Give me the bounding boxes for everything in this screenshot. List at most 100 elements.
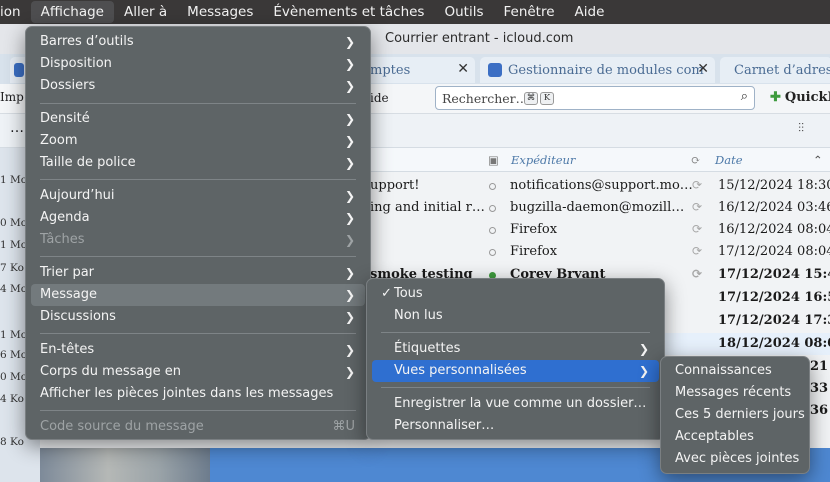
- search-input[interactable]: Rechercher… ⌘ K ⌕: [435, 86, 755, 110]
- column-settings-icon[interactable]: ⫶⫶: [798, 121, 804, 136]
- column-sender[interactable]: Expéditeur: [511, 153, 575, 167]
- menubar-item-edition[interactable]: ion: [0, 1, 31, 23]
- message-date: 15/12/2024 18:30: [718, 178, 830, 193]
- message-date: 36: [810, 403, 829, 418]
- junk-icon[interactable]: ⟳: [692, 200, 702, 214]
- size-value: 7 Ko: [0, 262, 24, 274]
- message-date: 17/12/2024 15:49: [718, 267, 830, 282]
- read-status-icon[interactable]: [489, 183, 496, 190]
- menu-item-message[interactable]: Message ❯: [31, 284, 365, 306]
- toolbar-cut-label: ide: [370, 91, 389, 105]
- size-value: 0 Mo: [0, 371, 28, 383]
- read-status-icon[interactable]: [489, 249, 496, 256]
- message-sender: Firefox: [510, 222, 558, 237]
- puzzle-icon: [14, 63, 24, 77]
- menubar-item-aller-a[interactable]: Aller à: [114, 1, 177, 23]
- menu-separator: [381, 387, 650, 388]
- menubar: ion Affichage Aller à Messages Évènement…: [0, 0, 830, 24]
- menu-item-tous[interactable]: ✓ Tous: [372, 283, 659, 305]
- menu-item-code-source: Code source du message ⌘U: [31, 416, 365, 438]
- size-value: 0 Mo: [0, 217, 28, 229]
- chevron-right-icon: ❯: [344, 310, 355, 324]
- menu-item-messages-recents[interactable]: Messages récents: [666, 382, 804, 404]
- menubar-item-fenetre[interactable]: Fenêtre: [493, 1, 564, 23]
- chevron-right-icon: ❯: [344, 35, 355, 49]
- menu-item-barres-outils[interactable]: Barres d’outils ❯: [31, 31, 365, 53]
- menubar-item-evenements[interactable]: Évènements et tâches: [263, 1, 434, 23]
- menubar-item-affichage[interactable]: Affichage: [30, 1, 114, 23]
- size-value: 4 Ko: [0, 393, 24, 405]
- menu-item-corps-message[interactable]: Corps du message en ❯: [31, 361, 365, 383]
- affichage-menu: Barres d’outils ❯ Disposition ❯ Dossiers ❯ …: [25, 26, 371, 440]
- sort-ascending-icon[interactable]: ⌃: [813, 153, 823, 167]
- message-date: 16/12/2024 03:46: [718, 200, 830, 215]
- menu-item-discussions[interactable]: Discussions ❯: [31, 306, 365, 328]
- read-status-icon[interactable]: [489, 205, 496, 212]
- chevron-right-icon: ❯: [344, 57, 355, 71]
- chevron-right-icon: ❯: [344, 233, 355, 247]
- message-date: 17/12/2024 08:04: [718, 244, 830, 259]
- puzzle-icon: [488, 63, 502, 77]
- menubar-item-messages[interactable]: Messages: [177, 1, 263, 23]
- search-placeholder: Rechercher…: [442, 91, 529, 106]
- search-icon[interactable]: ⌕: [741, 89, 748, 104]
- message-date: 18/12/2024 08:04: [718, 336, 830, 351]
- menu-item-avec-pieces-jointes[interactable]: Avec pièces jointes: [666, 448, 804, 470]
- tab-label: Gestionnaire de modules com: [508, 62, 704, 78]
- menu-separator: [381, 332, 650, 333]
- junk-icon[interactable]: ⟳: [692, 222, 702, 236]
- menu-item-personnaliser[interactable]: Personnaliser…: [372, 415, 659, 437]
- menu-item-trier-par[interactable]: Trier par ❯: [31, 262, 365, 284]
- tab-label: Carnet d’adres: [734, 62, 830, 78]
- message-sender: notifications@support.mo…: [510, 178, 693, 193]
- chevron-right-icon: ❯: [344, 266, 355, 280]
- menu-item-agenda[interactable]: Agenda ❯: [31, 207, 365, 229]
- chevron-right-icon: ❯: [344, 79, 355, 93]
- close-icon[interactable]: ✕: [457, 61, 469, 77]
- menu-item-etiquettes[interactable]: Étiquettes ❯: [372, 338, 659, 360]
- window-title: Courrier entrant - icloud.com: [385, 31, 574, 46]
- menu-item-5-derniers-jours[interactable]: Ces 5 derniers jours: [666, 404, 805, 426]
- message-submenu: ✓ Tous Non lus Étiquettes ❯ Vues personnal…: [366, 278, 665, 440]
- menu-item-taille-police[interactable]: Taille de police ❯: [31, 152, 365, 174]
- menu-item-en-tetes[interactable]: En-têtes ❯: [31, 339, 365, 361]
- menubar-item-aide[interactable]: Aide: [565, 1, 615, 23]
- read-status-column-icon[interactable]: ▣: [488, 153, 499, 167]
- tab-addons-manager[interactable]: Gestionnaire de modules com ✕: [480, 57, 715, 83]
- menu-item-zoom[interactable]: Zoom ❯: [31, 130, 365, 152]
- junk-icon[interactable]: ⟳: [692, 267, 702, 281]
- junk-column-icon[interactable]: ⟳: [691, 153, 701, 167]
- menu-item-taches: Tâches ❯: [31, 229, 365, 251]
- chevron-right-icon: ❯: [344, 134, 355, 148]
- junk-icon[interactable]: ⟳: [692, 178, 702, 192]
- message-date: 33: [810, 381, 829, 396]
- quick-filter-label: QuickN: [784, 90, 830, 105]
- junk-icon[interactable]: ⟳: [692, 244, 702, 258]
- menu-item-disposition[interactable]: Disposition ❯: [31, 53, 365, 75]
- menu-item-vues-personnalisees[interactable]: Vues personnalisées ❯: [372, 360, 659, 382]
- menu-item-dossiers[interactable]: Dossiers ❯: [31, 75, 365, 97]
- menu-shortcut: ⌘U: [332, 419, 355, 434]
- close-icon[interactable]: ✕: [697, 61, 709, 77]
- menubar-item-outils[interactable]: Outils: [434, 1, 493, 23]
- message-date: 17/12/2024 17:32: [718, 313, 830, 328]
- menu-item-pieces-jointes[interactable]: Afficher les pièces jointes dans les mes…: [31, 383, 365, 405]
- menu-separator: [40, 410, 356, 411]
- more-icon[interactable]: …: [10, 120, 24, 136]
- chevron-right-icon: ❯: [344, 189, 355, 203]
- menu-item-non-lus[interactable]: Non lus: [372, 305, 659, 327]
- menu-item-enregistrer-vue[interactable]: Enregistrer la vue comme un dossier…: [372, 393, 659, 415]
- tab-address-book[interactable]: Carnet d’adres: [720, 57, 830, 83]
- read-status-icon[interactable]: [489, 227, 496, 234]
- quick-filter-button[interactable]: ✚QuickN: [770, 90, 830, 105]
- menu-separator: [40, 256, 356, 257]
- message-date: 16/12/2024 08:04: [718, 222, 830, 237]
- menu-item-connaissances[interactable]: Connaissances: [666, 360, 804, 382]
- menu-item-aujourdhui[interactable]: Aujourd’hui ❯: [31, 185, 365, 207]
- size-value: 8 Ko: [0, 436, 24, 448]
- column-date[interactable]: Date: [715, 153, 743, 167]
- menu-item-densite[interactable]: Densité ❯: [31, 108, 365, 130]
- menu-item-acceptables[interactable]: Acceptables: [666, 426, 804, 448]
- message-date: 21: [810, 359, 829, 374]
- shortcut-cmd-key: ⌘: [524, 92, 538, 105]
